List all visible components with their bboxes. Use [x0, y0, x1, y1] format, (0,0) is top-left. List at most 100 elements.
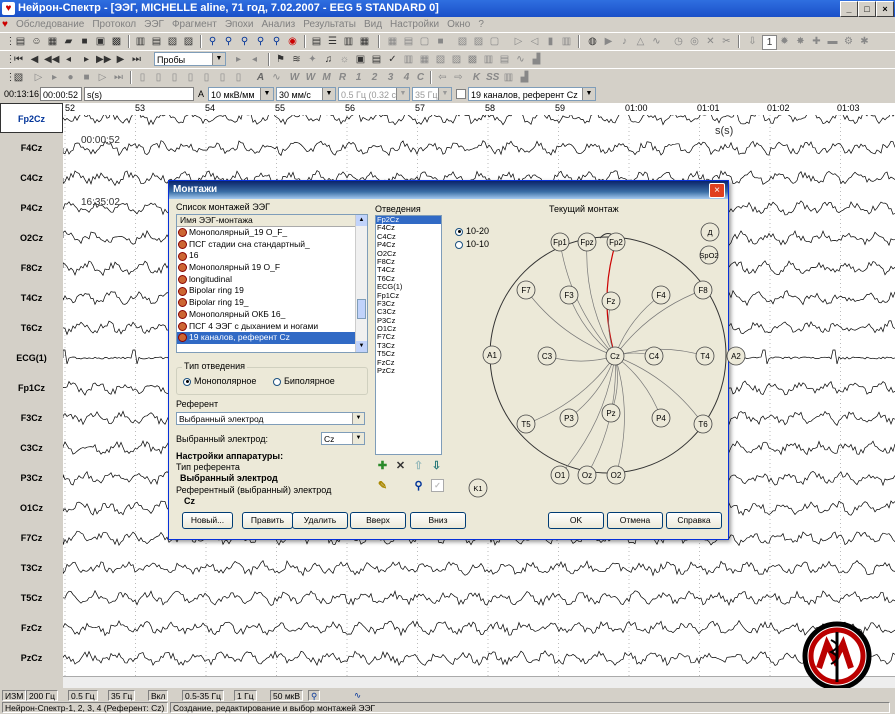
channel-label[interactable]: C4Cz — [0, 163, 63, 193]
print-icon[interactable]: ▧ — [12, 71, 25, 84]
sensitivity-select[interactable]: 10 мкВ/мм ▼ — [208, 87, 274, 101]
r-icon[interactable]: R — [336, 71, 349, 84]
histogram-icon[interactable]: ▥ — [560, 35, 573, 48]
scroll-up-icon[interactable]: ▲ — [356, 215, 367, 226]
menu-item-fragment[interactable]: Фрагмент — [168, 17, 221, 32]
montage-list-item[interactable]: Bipolar ring 19_ — [177, 297, 367, 309]
menu-item-help[interactable]: ? — [474, 17, 488, 32]
electrode-o1[interactable]: O1 — [550, 465, 570, 485]
spectrum2-icon[interactable]: ▟ — [518, 71, 531, 84]
lowfreq-select[interactable]: 0.5 Гц (0.32 с) ▼ — [338, 87, 410, 101]
c-icon[interactable]: C — [414, 71, 427, 84]
move-up-button[interactable]: Вверх — [350, 512, 406, 529]
delete-montage-button[interactable]: Удалить — [292, 512, 348, 529]
electrode-f8[interactable]: F8 — [693, 280, 713, 300]
stop-icon[interactable]: ■ — [434, 35, 447, 48]
menu-item-view[interactable]: Вид — [360, 17, 386, 32]
gear-icon[interactable]: ⚙ — [842, 35, 855, 48]
w-icon[interactable]: W — [288, 71, 301, 84]
forward-icon[interactable]: ▶▶ — [96, 53, 111, 66]
layout-icon[interactable]: ▥ — [342, 35, 355, 48]
extra-electrode[interactable]: Д — [700, 222, 720, 242]
montage-list-item[interactable]: ПСГ стадии сна стандартный_ — [177, 239, 367, 251]
w2-icon[interactable]: W — [304, 71, 317, 84]
minimize-button[interactable]: _ — [840, 1, 858, 17]
folder-icon[interactable]: ▰ — [62, 35, 75, 48]
channel-label[interactable]: Fp2Cz — [0, 103, 63, 133]
tag-icon[interactable]: ⚑ — [274, 53, 287, 66]
m-icon[interactable]: M — [320, 71, 333, 84]
channel-label[interactable]: T3Cz — [0, 553, 63, 583]
channel-label[interactable]: F7Cz — [0, 523, 63, 553]
electrode-icon[interactable]: ⚲ — [254, 35, 267, 48]
channel-label[interactable]: P4Cz — [0, 193, 63, 223]
channel-label[interactable]: FzCz — [0, 613, 63, 643]
event-edit-icon[interactable]: ▧ — [434, 53, 447, 66]
channel-label[interactable]: Fp1Cz — [0, 373, 63, 403]
save-as-icon[interactable]: ▣ — [94, 35, 107, 48]
montage-checkbox[interactable] — [456, 89, 466, 99]
channel-label[interactable]: O2Cz — [0, 223, 63, 253]
first-page-icon[interactable]: ⏮ — [12, 53, 25, 66]
electrode-t5[interactable]: T5 — [516, 414, 536, 434]
selected-electrode-select[interactable]: Cz ▼ — [321, 432, 365, 445]
probe-start-icon[interactable]: ▸ — [232, 53, 245, 66]
time-position[interactable]: 00:00:52 — [40, 87, 82, 101]
electrode-fp2[interactable]: Fp2 — [606, 232, 626, 252]
flash-icon[interactable]: ✦ — [306, 53, 319, 66]
electrode-oz[interactable]: Oz — [577, 465, 597, 485]
new-montage-button[interactable]: Новый... — [182, 512, 233, 529]
electrode-icon[interactable]: ⚲ — [206, 35, 219, 48]
event-mark-icon[interactable]: ▨ — [450, 53, 463, 66]
channel-label[interactable]: F4Cz — [0, 133, 63, 163]
step-icon[interactable]: ▷ — [96, 71, 109, 84]
electrode-f4[interactable]: F4 — [651, 285, 671, 305]
record-icon[interactable]: ◉ — [286, 35, 299, 48]
montage-list-item[interactable]: 16 — [177, 250, 367, 262]
ok-button[interactable]: OK — [548, 512, 604, 529]
electrode-o2[interactable]: O2 — [606, 465, 626, 485]
scroll-down-icon[interactable]: ▼ — [356, 341, 367, 352]
highfreq-select[interactable]: 35 Гц ▼ — [412, 87, 452, 101]
montage-icon[interactable]: ▤ — [310, 35, 323, 48]
three-icon[interactable]: 3 — [384, 71, 397, 84]
channel-label[interactable]: F8Cz — [0, 253, 63, 283]
map-icon[interactable]: ▨ — [472, 35, 485, 48]
image-icon[interactable]: ▧ — [456, 35, 469, 48]
close-button[interactable]: × — [876, 1, 894, 17]
play-icon[interactable]: ▷ — [512, 35, 525, 48]
montage-list-item-selected[interactable]: 19 каналов, референт Cz — [177, 332, 367, 344]
number-icon[interactable]: 1 — [762, 35, 777, 50]
menu-item-window[interactable]: Окно — [443, 17, 474, 32]
speed-select[interactable]: 30 мм/с ▼ — [276, 87, 336, 101]
event-chart-icon[interactable]: ▥ — [482, 53, 495, 66]
radio-bipolar[interactable]: Биполярное — [273, 376, 335, 386]
electrode-f7[interactable]: F7 — [516, 280, 536, 300]
event-icon[interactable]: ▥ — [402, 53, 415, 66]
lead-item[interactable]: PzCz — [376, 366, 441, 375]
arrow-left-icon[interactable]: ⇦ — [436, 71, 449, 84]
down-arrow-icon[interactable]: ⇩ — [746, 35, 759, 48]
channel-label[interactable]: O1Cz — [0, 493, 63, 523]
montage-list-item[interactable]: Монополярный_19 O_F_ — [177, 227, 367, 239]
page-setup-icon[interactable]: ▤ — [150, 35, 163, 48]
doc-icon[interactable]: ▤ — [370, 53, 383, 66]
layout-alt-icon[interactable]: ▦ — [358, 35, 371, 48]
font-a-icon[interactable]: A — [254, 71, 267, 84]
arrow-right-icon[interactable]: ⇨ — [452, 71, 465, 84]
wave-icon[interactable]: ∿ — [650, 35, 663, 48]
cut-icon[interactable]: ✂ — [720, 35, 733, 48]
spectrum-icon[interactable]: ▥ — [502, 71, 515, 84]
stop-icon[interactable]: ■ — [80, 71, 93, 84]
channel-label[interactable]: ECG(1) — [0, 343, 63, 373]
wave-s-icon[interactable]: ∿ — [270, 71, 283, 84]
sound-icon[interactable]: ♫ — [322, 53, 335, 66]
menu-item-protocol[interactable]: Протокол — [88, 17, 140, 32]
sleep-icon[interactable]: ≋ — [290, 53, 303, 66]
electrode-icon[interactable]: ⚲ — [238, 35, 251, 48]
card-icon[interactable]: ▦ — [46, 35, 59, 48]
print-icon[interactable]: ▧ — [166, 35, 179, 48]
montage-list-item[interactable]: ПСГ 4 ЭЭГ с дыханием и ногами — [177, 321, 367, 333]
tools-icon[interactable]: ✕ — [704, 35, 717, 48]
montage-list-item[interactable]: longitudinal — [177, 274, 367, 286]
